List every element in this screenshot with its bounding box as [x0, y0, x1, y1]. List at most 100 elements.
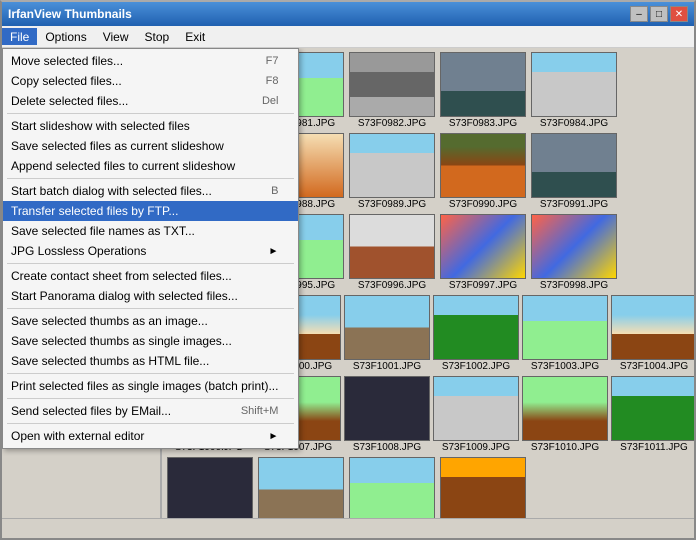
- close-button[interactable]: ✕: [670, 6, 688, 22]
- thumbnail-image: [258, 457, 344, 518]
- thumb-filename: S73F1001.JPG: [353, 361, 421, 372]
- list-item[interactable]: S73F0991.JPG: [530, 133, 618, 210]
- menu-move-files[interactable]: Move selected files... F7: [3, 51, 298, 71]
- thumb-filename: S73F0989.JPG: [358, 199, 426, 210]
- list-item[interactable]: S73F1015.JPG: [348, 457, 436, 518]
- list-item[interactable]: S73F0982.JPG: [348, 52, 436, 129]
- menu-save-names[interactable]: Save selected file names as TXT...: [3, 221, 298, 241]
- window-controls: – □ ✕: [630, 6, 688, 22]
- thumbnail-image: [531, 214, 617, 279]
- thumb-filename: S73F1004.JPG: [620, 361, 688, 372]
- list-item[interactable]: S73F0984.JPG: [530, 52, 618, 129]
- menu-bar: File Options View Stop Exit: [2, 26, 694, 48]
- list-item[interactable]: S73F1016.JPG: [439, 457, 527, 518]
- list-item[interactable]: S73F0989.JPG: [348, 133, 436, 210]
- thumbnail-image: [611, 376, 694, 441]
- menu-batch-dialog[interactable]: Start batch dialog with selected files..…: [3, 181, 298, 201]
- list-item[interactable]: S73F1011.JPG: [611, 376, 694, 453]
- thumb-filename: S73F1008.JPG: [353, 442, 421, 453]
- thumb-filename: S73F0982.JPG: [358, 118, 426, 129]
- thumbnail-image: [522, 295, 608, 360]
- menu-open-external[interactable]: Open with external editor ►: [3, 426, 298, 446]
- thumbnail-image: [433, 376, 519, 441]
- thumbnail-image: [349, 457, 435, 518]
- menu-send-email[interactable]: Send selected files by EMail... Shift+M: [3, 401, 298, 421]
- menu-append-slideshow[interactable]: Append selected files to current slidesh…: [3, 156, 298, 176]
- thumbnail-image: [531, 133, 617, 198]
- menu-contact-sheet[interactable]: Create contact sheet from selected files…: [3, 266, 298, 286]
- thumbnail-image: [433, 295, 519, 360]
- menu-options[interactable]: Options: [37, 28, 94, 45]
- list-item[interactable]: S73F0996.JPG: [348, 214, 436, 291]
- list-item[interactable]: S73F0990.JPG: [439, 133, 527, 210]
- separator-4: [7, 308, 294, 309]
- main-window: IrfanView Thumbnails – □ ✕ File Options …: [0, 0, 696, 540]
- dropdown-container: Move selected files... F7 Copy selected …: [2, 48, 299, 449]
- thumbnail-image: [440, 52, 526, 117]
- menu-exit[interactable]: Exit: [177, 28, 213, 45]
- menu-start-slideshow[interactable]: Start slideshow with selected files: [3, 116, 298, 136]
- separator-1: [7, 113, 294, 114]
- list-item[interactable]: S73F1008.JPG: [344, 376, 430, 453]
- separator-6: [7, 398, 294, 399]
- status-bar: [2, 518, 694, 538]
- thumbnail-image: [440, 133, 526, 198]
- menu-save-single[interactable]: Save selected thumbs as single images...: [3, 331, 298, 351]
- thumbnail-image: [349, 214, 435, 279]
- menu-transfer-ftp[interactable]: Transfer selected files by FTP...: [3, 201, 298, 221]
- file-dropdown-menu: Move selected files... F7 Copy selected …: [2, 48, 299, 449]
- minimize-button[interactable]: –: [630, 6, 648, 22]
- menu-delete-files[interactable]: Delete selected files... Del: [3, 91, 298, 111]
- maximize-button[interactable]: □: [650, 6, 668, 22]
- thumbnail-image: [344, 376, 430, 441]
- menu-copy-files[interactable]: Copy selected files... F8: [3, 71, 298, 91]
- submenu-arrow-2: ►: [269, 431, 279, 442]
- thumb-filename: S73F1002.JPG: [442, 361, 510, 372]
- menu-stop[interactable]: Stop: [137, 28, 178, 45]
- list-item[interactable]: S73F1013.JPG: [166, 457, 254, 518]
- menu-save-html[interactable]: Save selected thumbs as HTML file...: [3, 351, 298, 371]
- window-title: IrfanView Thumbnails: [8, 7, 132, 21]
- list-item[interactable]: S73F1003.JPG: [522, 295, 608, 372]
- menu-panorama[interactable]: Start Panorama dialog with selected file…: [3, 286, 298, 306]
- submenu-arrow: ►: [269, 246, 279, 257]
- thumbnail-image: [344, 295, 430, 360]
- title-bar: IrfanView Thumbnails – □ ✕: [2, 2, 694, 26]
- thumb-filename: S73F1010.JPG: [531, 442, 599, 453]
- menu-save-as-image[interactable]: Save selected thumbs as an image...: [3, 311, 298, 331]
- thumbnail-image: [531, 52, 617, 117]
- list-item[interactable]: S73F1004.JPG: [611, 295, 694, 372]
- thumb-filename: S73F0984.JPG: [540, 118, 608, 129]
- separator-5: [7, 373, 294, 374]
- list-item[interactable]: S73F0997.JPG: [439, 214, 527, 291]
- separator-2: [7, 178, 294, 179]
- thumb-filename: S73F1009.JPG: [442, 442, 510, 453]
- thumbnail-image: [440, 214, 526, 279]
- thumbnail-image: [440, 457, 526, 518]
- list-item[interactable]: S73F1002.JPG: [433, 295, 519, 372]
- thumb-filename: S73F1011.JPG: [620, 442, 688, 453]
- separator-7: [7, 423, 294, 424]
- thumb-filename: S73F1003.JPG: [531, 361, 599, 372]
- thumbnail-image: [611, 295, 694, 360]
- thumbnail-image: [522, 376, 608, 441]
- menu-file[interactable]: File: [2, 28, 37, 45]
- thumb-row-6: S73F1013.JPG S73F1014.JPG S73F1015.JPG S…: [166, 457, 690, 518]
- thumb-filename: S73F0997.JPG: [449, 280, 517, 291]
- list-item[interactable]: S73F0983.JPG: [439, 52, 527, 129]
- menu-jpg-lossless[interactable]: JPG Lossless Operations ►: [3, 241, 298, 261]
- menu-view[interactable]: View: [95, 28, 137, 45]
- menu-print-batch[interactable]: Print selected files as single images (b…: [3, 376, 298, 396]
- thumb-filename: S73F0996.JPG: [358, 280, 426, 291]
- list-item[interactable]: S73F1010.JPG: [522, 376, 608, 453]
- thumb-filename: S73F0983.JPG: [449, 118, 517, 129]
- list-item[interactable]: S73F1014.JPG: [257, 457, 345, 518]
- thumb-filename: S73F0990.JPG: [449, 199, 517, 210]
- menu-save-slideshow[interactable]: Save selected files as current slideshow: [3, 136, 298, 156]
- list-item[interactable]: S73F0998.JPG: [530, 214, 618, 291]
- list-item[interactable]: S73F1009.JPG: [433, 376, 519, 453]
- thumbnail-image: [349, 133, 435, 198]
- thumb-filename: S73F0998.JPG: [540, 280, 608, 291]
- thumb-filename: S73F0991.JPG: [540, 199, 608, 210]
- list-item[interactable]: S73F1001.JPG: [344, 295, 430, 372]
